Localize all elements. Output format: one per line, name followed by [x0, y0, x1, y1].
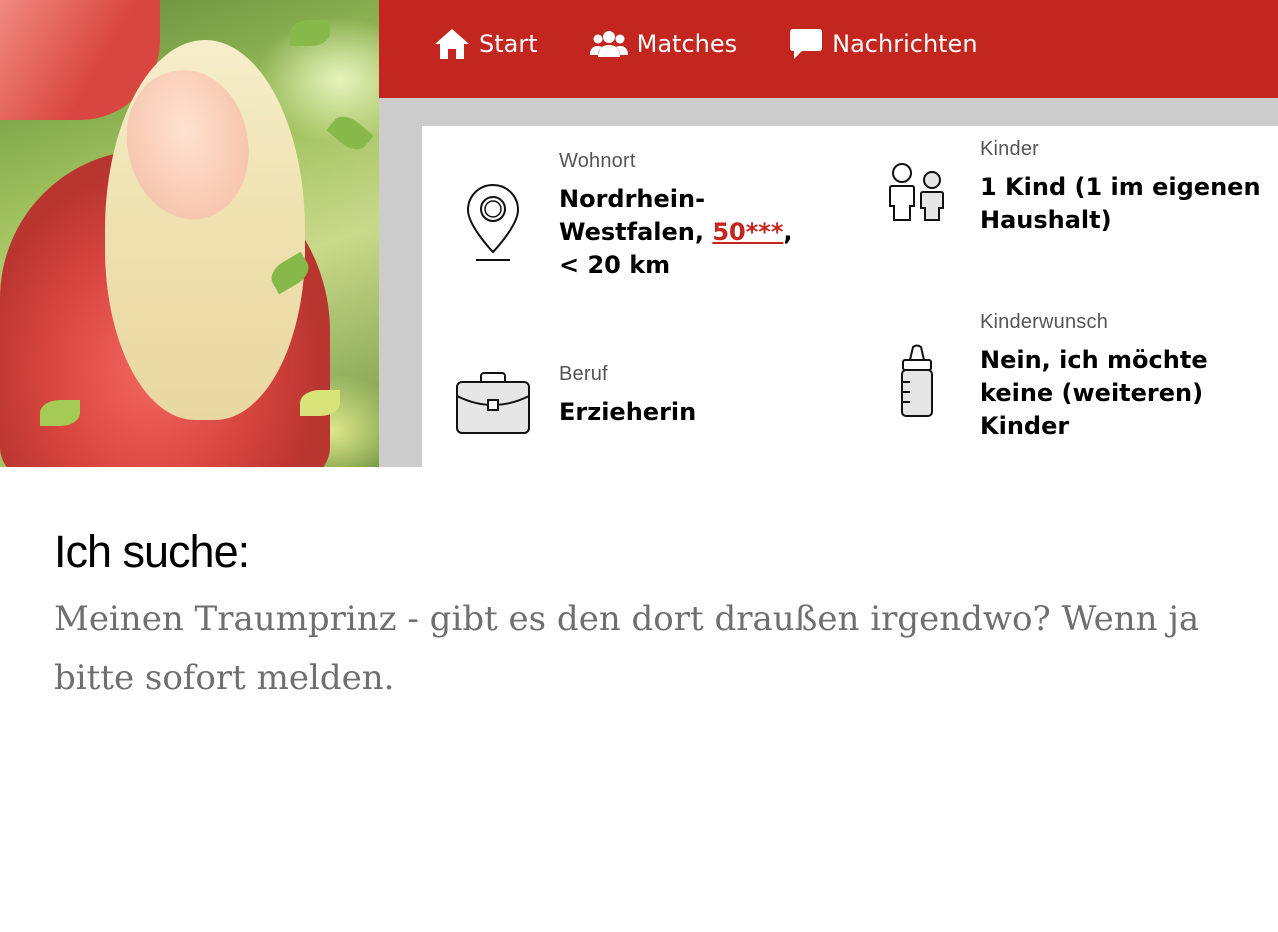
- chat-bubble-icon: [790, 29, 823, 59]
- briefcase-icon: [456, 372, 530, 434]
- nav-start[interactable]: Start: [434, 28, 538, 70]
- nav-nachrichten-label: Nachrichten: [832, 30, 978, 58]
- users-icon: [589, 31, 628, 57]
- kinder-block: Kinder 1 Kind (1 im eigenen Haushalt): [980, 138, 1270, 237]
- search-text: Meinen Traumprinz - gibt es den dort dra…: [54, 599, 1200, 698]
- location-pin-icon: [466, 183, 520, 261]
- photo-leaf: [290, 20, 330, 46]
- children-icon: [889, 163, 944, 221]
- wohnort-distance: < 20 km: [559, 251, 671, 279]
- kinder-value: 1 Kind (1 im eigenen Haushalt): [980, 173, 1261, 234]
- wohnort-label: Wohnort: [559, 150, 636, 172]
- nav-nachrichten[interactable]: Nachrichten: [789, 28, 978, 70]
- nav-matches-label: Matches: [636, 30, 738, 58]
- home-icon: [435, 29, 469, 59]
- kinderwunsch-block: Kinderwunsch Nein, ich möchte keine (wei…: [980, 311, 1270, 443]
- beruf-block: Beruf Erzieherin: [559, 363, 829, 429]
- wohnort-comma: ,: [783, 218, 793, 246]
- kinderwunsch-value: Nein, ich möchte keine (weiteren) Kinder: [980, 346, 1208, 440]
- baby-bottle-icon: [901, 344, 933, 417]
- photo-leaf: [326, 110, 374, 156]
- photo-leaf: [300, 390, 340, 416]
- wohnort-block: Wohnort Nordrhein-Westfalen, 50***, < 20…: [559, 150, 829, 282]
- beruf-value: Erzieherin: [559, 398, 697, 426]
- wohnort-value: Nordrhein-Westfalen, 50***, < 20 km: [559, 183, 829, 282]
- profile-info-card: Wohnort Nordrhein-Westfalen, 50***, < 20…: [422, 126, 1278, 467]
- kinder-label: Kinder: [980, 138, 1040, 160]
- search-heading: Ich suche:: [54, 526, 250, 577]
- beruf-label: Beruf: [559, 363, 608, 385]
- nav-matches[interactable]: Matches: [589, 30, 738, 68]
- profile-photo: [0, 0, 379, 467]
- wohnort-region: Nordrhein-Westfalen,: [559, 185, 713, 246]
- photo-leaf: [40, 400, 80, 426]
- kinderwunsch-label: Kinderwunsch: [980, 311, 1109, 333]
- plz-link[interactable]: 50***: [712, 218, 783, 246]
- nav-start-label: Start: [479, 30, 538, 58]
- main-navigation: Start Matches Nachrichten: [379, 0, 1278, 98]
